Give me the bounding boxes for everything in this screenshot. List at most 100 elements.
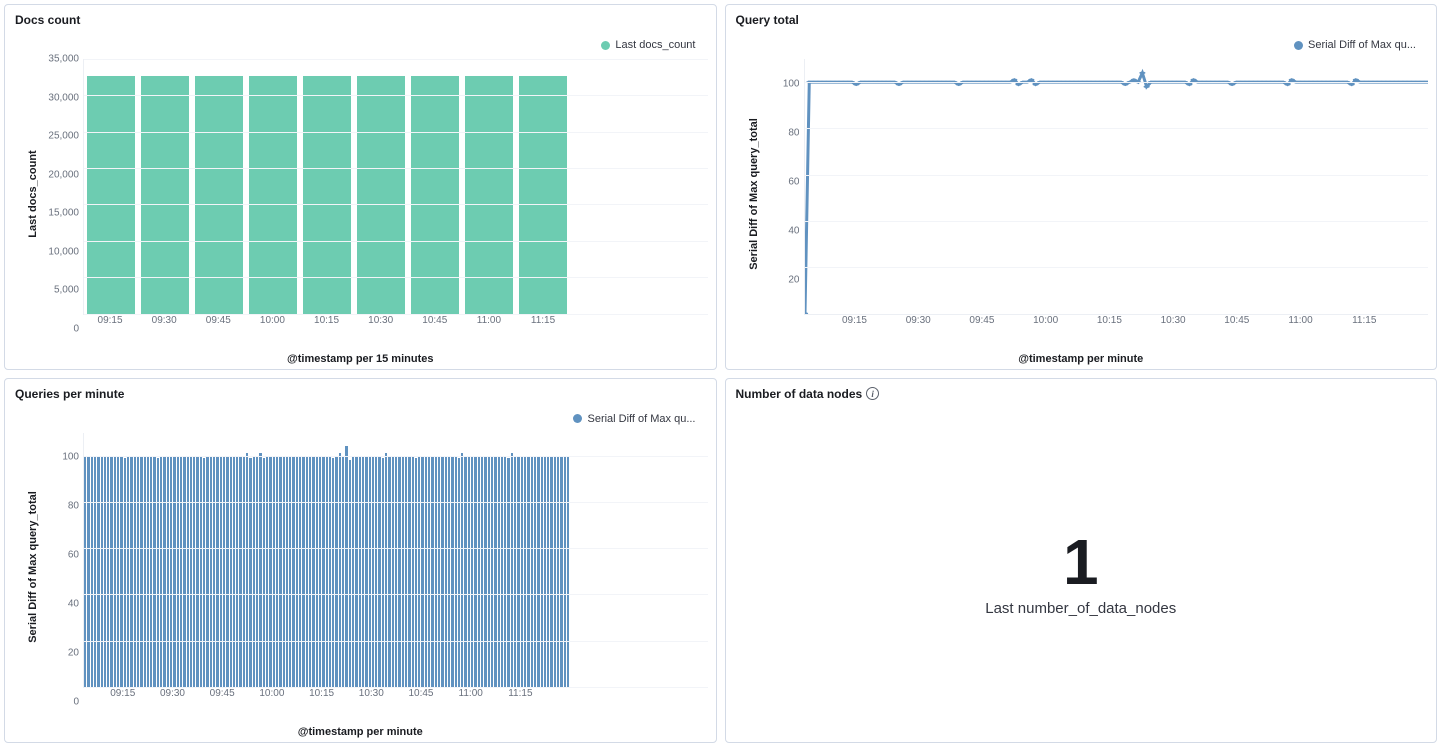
metric-body: 1 Last number_of_data_nodes xyxy=(726,405,1437,743)
point xyxy=(1139,72,1145,75)
metric-value: 1 xyxy=(1063,530,1099,594)
y-tick: 100 xyxy=(783,78,800,89)
line xyxy=(805,73,1429,314)
bar xyxy=(196,456,198,687)
metric-label: Last number_of_data_nodes xyxy=(985,600,1176,617)
bar xyxy=(107,456,109,687)
point xyxy=(895,83,901,86)
bar xyxy=(388,456,390,687)
bar xyxy=(415,458,417,687)
info-icon[interactable]: i xyxy=(866,387,879,400)
bar xyxy=(382,458,384,687)
bar xyxy=(455,456,457,687)
bar xyxy=(273,456,275,687)
bar xyxy=(557,456,559,687)
bar xyxy=(550,456,552,687)
bar xyxy=(147,456,149,687)
bars xyxy=(84,433,708,688)
bar xyxy=(163,456,165,687)
bar xyxy=(226,456,228,687)
legend[interactable]: Serial Diff of Max qu... xyxy=(573,413,695,425)
bar xyxy=(369,456,371,687)
bar xyxy=(177,456,179,687)
bar xyxy=(521,456,523,687)
bar xyxy=(91,456,93,687)
bar xyxy=(127,456,129,687)
bar xyxy=(431,456,433,687)
panel-body: Serial Diff of Max qu... Serial Diff of … xyxy=(5,405,716,743)
bar xyxy=(534,456,536,687)
dashboard-grid: Docs count Last docs_count Last docs_cou… xyxy=(0,0,1441,747)
panel-title: Number of data nodes i xyxy=(726,379,1437,405)
bar xyxy=(296,456,298,687)
bar xyxy=(544,456,546,687)
bar xyxy=(279,456,281,687)
y-tick: 30,000 xyxy=(48,92,79,103)
legend-dot-icon xyxy=(1294,41,1303,50)
bar xyxy=(104,456,106,687)
x-tick: 11:00 xyxy=(477,315,501,326)
bar xyxy=(206,456,208,687)
x-tick: 09:45 xyxy=(969,315,994,326)
y-tick: 0 xyxy=(73,697,79,708)
bar xyxy=(243,456,245,687)
bar xyxy=(289,456,291,687)
y-tick: 5,000 xyxy=(54,285,79,296)
bar xyxy=(554,456,556,687)
bar xyxy=(187,456,189,687)
bar xyxy=(501,456,503,687)
bar xyxy=(504,456,506,687)
bar xyxy=(329,456,331,687)
bar xyxy=(345,446,347,687)
bar xyxy=(283,456,285,687)
bar xyxy=(167,456,169,687)
bar xyxy=(494,456,496,687)
panel-data-nodes[interactable]: Number of data nodes i 1 Last number_of_… xyxy=(725,378,1438,744)
x-tick: 10:45 xyxy=(422,315,447,326)
bar xyxy=(527,456,529,687)
panel-title: Docs count xyxy=(5,5,716,31)
x-tick: 09:30 xyxy=(906,315,931,326)
panel-body: Serial Diff of Max qu... Serial Diff of … xyxy=(726,31,1437,369)
panel-query-total[interactable]: Query total Serial Diff of Max qu... Ser… xyxy=(725,4,1438,370)
bar xyxy=(230,456,232,687)
point xyxy=(955,83,961,86)
bar xyxy=(180,456,182,687)
x-tick: 10:45 xyxy=(408,688,433,699)
point xyxy=(1352,79,1358,82)
panel-docs-count[interactable]: Docs count Last docs_count Last docs_cou… xyxy=(4,4,717,370)
point xyxy=(1122,83,1128,86)
bar xyxy=(292,456,294,687)
y-tick: 40 xyxy=(68,599,79,610)
bar xyxy=(461,453,463,687)
bar xyxy=(445,456,447,687)
bar xyxy=(97,456,99,687)
panel-queries-per-minute[interactable]: Queries per minute Serial Diff of Max qu… xyxy=(4,378,717,744)
point xyxy=(1130,79,1136,82)
bar xyxy=(441,456,443,687)
panel-title: Queries per minute xyxy=(5,379,716,405)
bar xyxy=(471,456,473,687)
bar xyxy=(451,456,453,687)
y-tick: 35,000 xyxy=(48,54,79,65)
legend[interactable]: Serial Diff of Max qu... xyxy=(1294,39,1416,51)
x-tick: 09:30 xyxy=(160,688,185,699)
panel-title: Query total xyxy=(726,5,1437,31)
bar xyxy=(511,453,513,687)
x-ticks: 09:1509:3009:4510:0010:1510:3010:4511:00… xyxy=(804,315,1429,329)
x-tick: 11:15 xyxy=(508,688,532,699)
bar xyxy=(359,456,361,687)
point xyxy=(1348,83,1354,86)
x-tick: 11:15 xyxy=(1352,315,1376,326)
point xyxy=(805,312,808,313)
bar xyxy=(233,456,235,687)
x-tick: 10:30 xyxy=(1161,315,1186,326)
x-tick: 11:00 xyxy=(459,688,483,699)
point xyxy=(1028,79,1034,82)
legend[interactable]: Last docs_count xyxy=(601,39,695,51)
y-tick: 60 xyxy=(788,176,799,187)
plot-area xyxy=(804,59,1429,315)
x-tick: 09:45 xyxy=(206,315,231,326)
bar xyxy=(173,456,175,687)
bar xyxy=(276,456,278,687)
